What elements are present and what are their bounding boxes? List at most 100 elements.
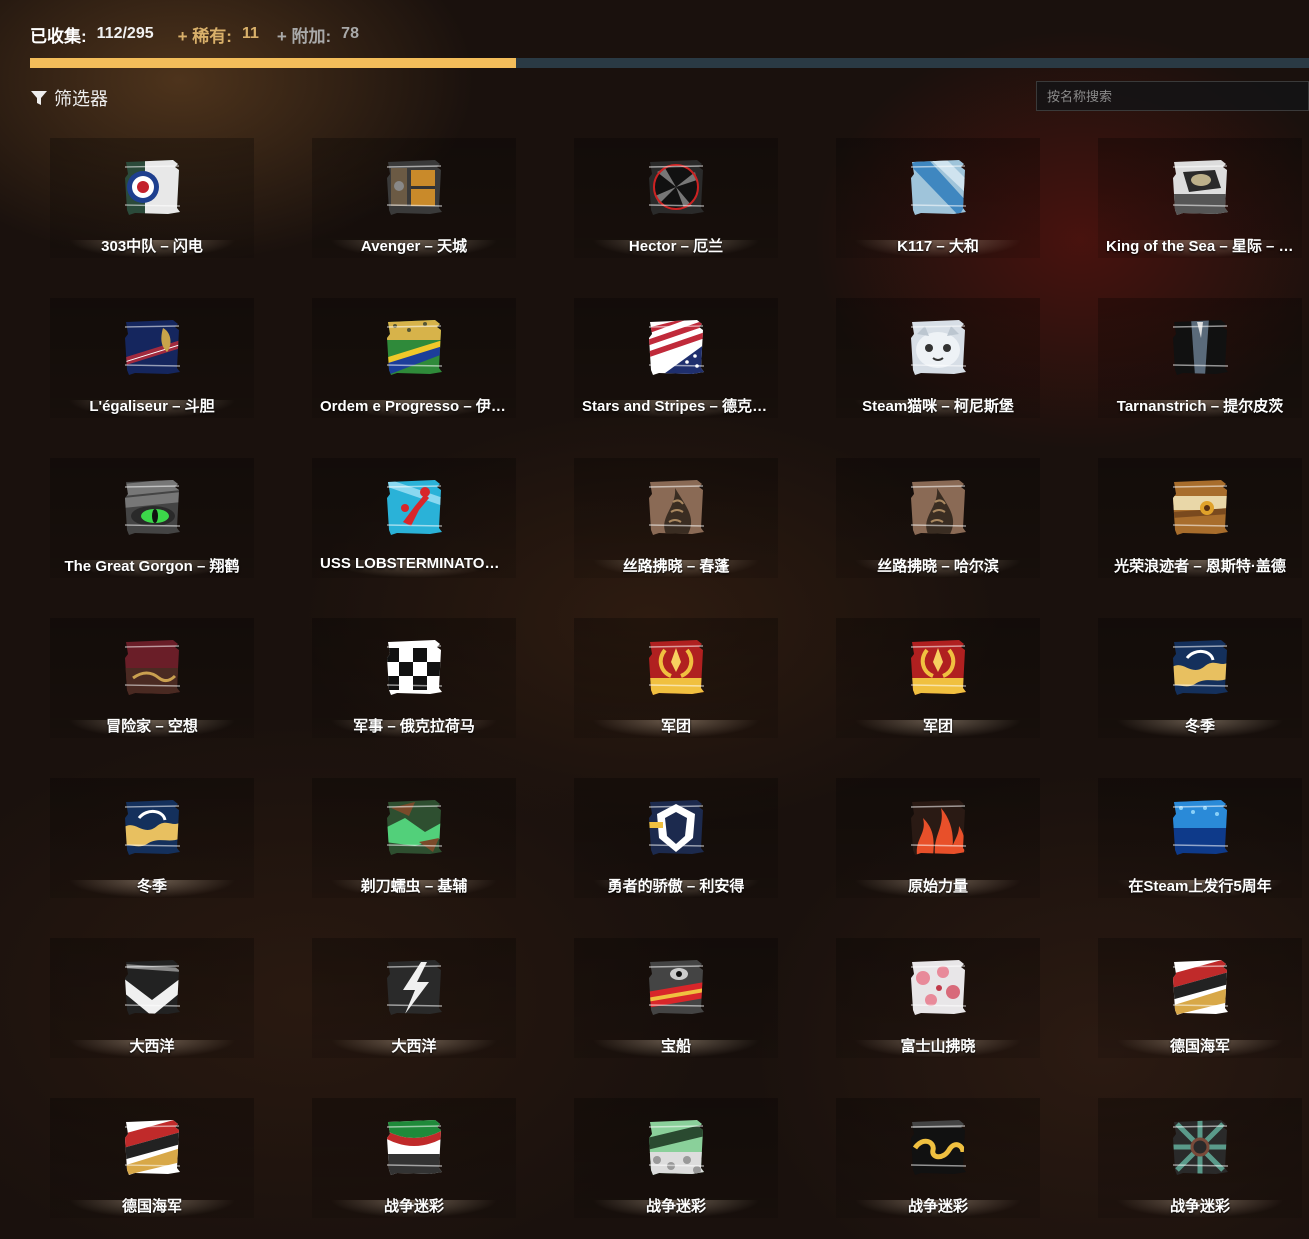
camouflage-card[interactable]: L'égaliseur – 斗胆 [50,298,254,418]
maroon-scroll-icon [123,638,181,696]
chevron-white-icon [123,958,181,1016]
camouflage-title: 303中队 – 闪电 [101,238,203,255]
camouflage-card[interactable]: 勇者的骄傲 – 利安得 [574,778,778,898]
camouflage-card[interactable]: 富士山拂晓 [836,938,1040,1058]
camouflage-title: 德国海军 [121,1198,182,1215]
camouflage-title: 丝路拂晓 – 春蓬 [622,558,730,575]
camouflage-card[interactable]: 丝路拂晓 – 哈尔滨 [836,458,1040,578]
camouflage-title: 丝路拂晓 – 哈尔滨 [877,558,999,575]
flames-icon [909,798,967,856]
camouflage-title: Ordem e Progresso – 伊皮… [320,398,508,415]
camouflage-card[interactable]: 光荣浪迹者 – 恩斯特·盖德 [1098,458,1302,578]
camouflage-card[interactable]: 军团 [574,618,778,738]
checker-icon [385,638,443,696]
search-input[interactable] [1036,81,1309,111]
extra-label: + 附加: [276,26,332,46]
camouflage-card[interactable]: Stars and Stripes – 德克萨斯 [574,298,778,418]
treasure-ship-icon [647,958,705,1016]
camouflage-title: 德国海军 [1169,1038,1230,1055]
rare-label: + 稀有: [177,26,232,46]
camouflage-card[interactable]: 冒险家 – 空想 [50,618,254,738]
camouflage-card[interactable]: Ordem e Progresso – 伊皮… [312,298,516,418]
camouflage-card[interactable]: Avenger – 天城 [312,138,516,258]
camouflage-title: 宝船 [660,1038,691,1055]
camouflage-card[interactable]: Tarnanstrich – 提尔皮茨 [1098,298,1302,418]
camouflage-card[interactable]: 战争迷彩 [1098,1098,1302,1218]
camouflage-card[interactable]: 原始力量 [836,778,1040,898]
camouflage-card[interactable]: 战争迷彩 [312,1098,516,1218]
camouflage-title: L'égaliseur – 斗胆 [89,398,215,415]
camouflage-card[interactable]: 战争迷彩 [836,1098,1040,1218]
lobster-icon [385,478,443,536]
laurel-red-icon [647,638,705,696]
collection-progress-fill [30,58,517,68]
filter-button[interactable]: 筛选器 [30,85,108,111]
camouflage-title: 原始力量 [907,878,968,895]
camouflage-title: 大西洋 [129,1038,175,1055]
camouflage-card[interactable]: K117 – 大和 [836,138,1040,258]
laurel-red-icon [909,638,967,696]
navy-gold-icon [123,318,181,376]
camouflage-card[interactable]: 丝路拂晓 – 春蓬 [574,458,778,578]
camouflage-title: 剃刀蠕虫 – 基辅 [360,878,468,895]
wave-blue-gold-icon [123,798,181,856]
wood-gem-icon [1171,478,1229,536]
camouflage-title: 光荣浪迹者 – 恩斯特·盖德 [1114,558,1286,575]
camouflage-title: Hector – 厄兰 [628,238,724,255]
camouflage-card[interactable]: 战争迷彩 [574,1098,778,1218]
camouflage-title: 战争迷彩 [1169,1198,1230,1215]
camouflage-card[interactable]: 德国海军 [50,1098,254,1218]
brazil-leopard-icon [385,318,443,376]
camouflage-card[interactable]: King of the Sea – 星际 – 佛… [1098,138,1302,258]
stars-stripes-icon [647,318,705,376]
camouflage-card[interactable]: 剃刀蠕虫 – 基辅 [312,778,516,898]
camouflage-title: 战争迷彩 [645,1198,706,1215]
lightning-white-icon [385,958,443,1016]
camouflage-card[interactable]: 军团 [836,618,1040,738]
camouflage-card[interactable]: 大西洋 [50,938,254,1058]
italy-camo-icon [385,1118,443,1176]
rare-count: 11 [241,25,259,42]
camouflage-title: 军事 – 俄克拉荷马 [353,718,475,735]
blue-stripes-icon [909,158,967,216]
camouflage-card[interactable]: 在Steam上发行5周年 [1098,778,1302,898]
funnel-icon [31,91,47,105]
lion-head-icon [647,798,705,856]
camouflage-card[interactable]: Hector – 厄兰 [574,138,778,258]
sakura-icon [909,958,967,1016]
german-navy-icon [1171,958,1229,1016]
camouflage-card[interactable]: The Great Gorgon – 翔鹤 [50,458,254,578]
turbine-icon [647,158,705,216]
camouflage-title: USS LOBSTERMINATOR – … [320,555,508,572]
camouflage-title: 冒险家 – 空想 [106,718,198,735]
camouflage-title: 冬季 [1184,718,1215,735]
camouflage-title: Tarnanstrich – 提尔皮茨 [1116,398,1284,415]
camouflage-card[interactable]: 303中队 – 闪电 [50,138,254,258]
camouflage-card[interactable]: 大西洋 [312,938,516,1058]
camouflage-title: 战争迷彩 [383,1198,444,1215]
camouflage-card[interactable]: 军事 – 俄克拉荷马 [312,618,516,738]
collection-progress-bar [30,58,1309,68]
camouflage-card[interactable]: 冬季 [1098,618,1302,738]
camouflage-card[interactable]: 德国海军 [1098,938,1302,1058]
camouflage-card[interactable]: 宝船 [574,938,778,1058]
camouflage-title: 大西洋 [391,1038,437,1055]
camouflage-title: Steam猫咪 – 柯尼斯堡 [862,398,1014,415]
camouflage-card[interactable]: 冬季 [50,778,254,898]
camouflage-title: Avenger – 天城 [360,238,468,255]
wave-blue-gold-icon [1171,638,1229,696]
camouflage-card[interactable]: USS LOBSTERMINATOR – … [312,458,516,578]
camouflage-title: 军团 [660,718,691,735]
camouflage-title: King of the Sea – 星际 – 佛… [1106,238,1294,255]
collected-label: 已收集: [30,26,87,46]
dragon-scale-icon [647,478,705,536]
dragon-scale-icon [909,478,967,536]
german-navy-icon [123,1118,181,1176]
camouflage-title: Stars and Stripes – 德克萨斯 [582,398,770,415]
camouflage-title: The Great Gorgon – 翔鹤 [64,558,240,575]
camouflage-title: 军团 [922,718,953,735]
camouflage-card[interactable]: Steam猫咪 – 柯尼斯堡 [836,298,1040,418]
extra-count: 78 [341,25,359,42]
camouflage-title: 富士山拂晓 [900,1038,976,1055]
gold-swirl-icon [909,1118,967,1176]
